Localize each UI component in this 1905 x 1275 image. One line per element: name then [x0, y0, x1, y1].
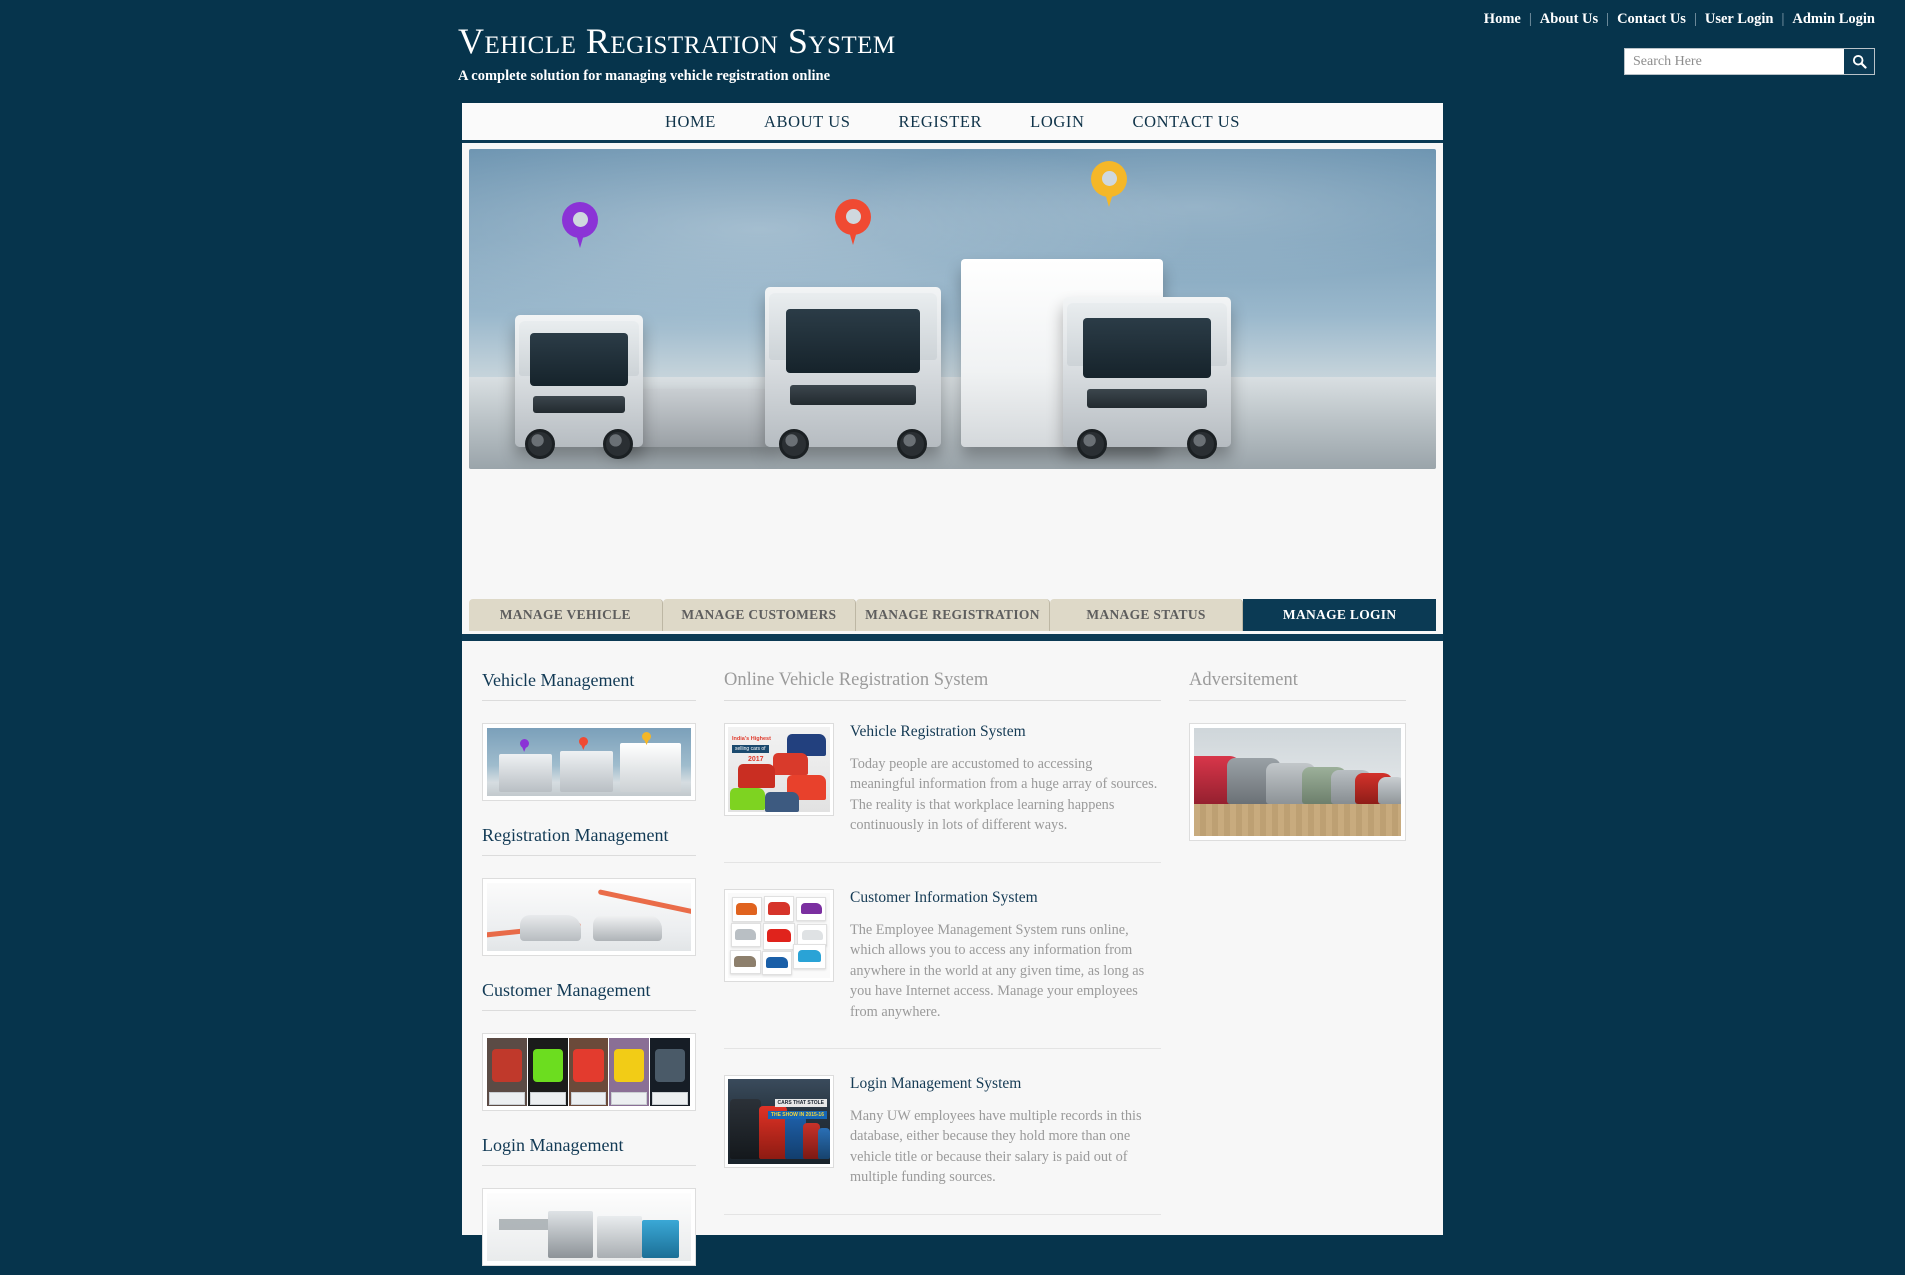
nav-item-login[interactable]: LOGIN — [1006, 112, 1108, 132]
truck-windshield — [530, 333, 628, 387]
poster-year: 2017 — [748, 756, 764, 763]
article-text: The Employee Management System runs onli… — [850, 921, 1145, 1020]
accent-divider — [462, 634, 1443, 641]
banner-line-2: THE SHOW IN 2015-16 — [767, 1111, 827, 1120]
articles-column: Online Vehicle Registration System India… — [696, 648, 1161, 1235]
truck-wheel — [897, 429, 927, 459]
sidebar-heading-registration-management: Registration Management — [482, 825, 696, 856]
top-nav: Home | About Us | Contact Us | User Logi… — [1484, 11, 1875, 28]
hero-pin-purple — [562, 202, 598, 250]
sidebar-thumb-vehicle-management[interactable] — [482, 723, 696, 801]
site-tagline: A complete solution for managing vehicle… — [458, 68, 831, 84]
article-title[interactable]: Vehicle Registration System — [850, 723, 1161, 741]
truck-wheel — [603, 429, 633, 459]
content-shell: HOME ABOUT US REGISTER LOGIN CONTACT US — [462, 103, 1443, 1266]
top-nav-separator: | — [1606, 11, 1610, 27]
top-link-admin-login[interactable]: Admin Login — [1792, 11, 1875, 28]
top-bar: Vehicle Registration System A complete s… — [0, 0, 1905, 100]
tab-manage-customers[interactable]: MANAGE CUSTOMERS — [662, 599, 857, 631]
india-highest-selling-cars-image: India's Highest selling cars of 2017 — [728, 727, 830, 812]
article-thumbnail[interactable]: CARS THAT STOLE THE SHOW IN 2015-16 — [724, 1074, 834, 1168]
top-link-contact-us[interactable]: Contact Us — [1617, 11, 1686, 28]
banner-line-1: CARS THAT STOLE — [774, 1099, 827, 1108]
nav-item-contact-us[interactable]: CONTACT US — [1109, 112, 1265, 132]
nav-item-about-us[interactable]: ABOUT US — [740, 112, 875, 132]
article-thumbnail[interactable]: India's Highest selling cars of 2017 — [724, 723, 834, 816]
tab-manage-vehicle[interactable]: MANAGE VEHICLE — [469, 599, 663, 631]
main-nav: HOME ABOUT US REGISTER LOGIN CONTACT US — [462, 103, 1443, 143]
nav-item-home[interactable]: HOME — [641, 112, 740, 132]
top-nav-separator: | — [1693, 11, 1697, 27]
article-thumbnail[interactable] — [724, 888, 834, 982]
site-title: Vehicle Registration System — [458, 21, 896, 61]
cars-that-stole-the-show-image: CARS THAT STOLE THE SHOW IN 2015-16 — [728, 1078, 830, 1164]
article-body: Vehicle Registration System Today people… — [834, 723, 1161, 836]
suv-lineup-image — [487, 1038, 691, 1106]
article-body: Customer Information System The Employee… — [834, 889, 1161, 1022]
top-nav-separator: | — [1528, 11, 1532, 27]
poster-line-2: selling cars of — [732, 745, 769, 753]
poster-line-1: India's Highest — [732, 736, 771, 742]
top-link-home[interactable]: Home — [1484, 11, 1521, 28]
truck-wheel — [525, 429, 555, 459]
sidebar-thumb-customer-management[interactable] — [482, 1033, 696, 1111]
brand: Vehicle Registration System A complete s… — [458, 20, 896, 85]
tab-manage-registration[interactable]: MANAGE REGISTRATION — [856, 599, 1050, 631]
sidebar-thumb-login-management[interactable] — [482, 1188, 696, 1266]
article-item: CARS THAT STOLE THE SHOW IN 2015-16 Logi… — [724, 1074, 1161, 1215]
search-bar — [1624, 48, 1875, 75]
truck-grille — [789, 384, 917, 406]
search-icon — [1852, 54, 1867, 69]
search-input[interactable] — [1625, 49, 1844, 74]
hero-banner — [469, 149, 1436, 469]
article-text: Today people are accustomed to accessing… — [850, 756, 1158, 834]
car-grid-collage-image — [728, 892, 830, 978]
main-content: Vehicle Management Registration Manageme… — [462, 648, 1443, 1266]
article-title[interactable]: Login Management System — [850, 1075, 1161, 1093]
hero-truck-left — [515, 315, 643, 459]
trucks-with-pins-image — [487, 728, 691, 796]
tab-manage-login[interactable]: MANAGE LOGIN — [1243, 599, 1436, 631]
hero-pin-red — [835, 199, 871, 247]
logistics-trucks-image — [487, 1193, 691, 1261]
advertisement-column: Adversitement — [1161, 648, 1406, 1235]
sidebar-heading-customer-management: Customer Management — [482, 980, 696, 1011]
article-text: Many UW employees have multiple records … — [850, 1107, 1142, 1186]
truck-grille — [1086, 388, 1208, 408]
truck-windshield — [786, 309, 920, 374]
search-button[interactable] — [1844, 49, 1874, 74]
truck-wheel — [1077, 429, 1107, 459]
hero-truck-center — [765, 287, 941, 459]
sidebar: Vehicle Management Registration Manageme… — [482, 648, 696, 1266]
sidebar-heading-login-management: Login Management — [482, 1135, 696, 1166]
main-heading: Online Vehicle Registration System — [724, 670, 1161, 701]
truck-wheel — [1187, 429, 1217, 459]
truck-grille — [532, 395, 626, 413]
article-body: Login Management System Many UW employee… — [834, 1075, 1161, 1188]
top-link-user-login[interactable]: User Login — [1705, 11, 1774, 28]
advertisement-heading: Adversitement — [1189, 670, 1406, 701]
article-title[interactable]: Customer Information System — [850, 889, 1161, 907]
nav-item-register[interactable]: REGISTER — [875, 112, 1007, 132]
article-item: India's Highest selling cars of 2017 Veh… — [724, 723, 1161, 863]
truck-windshield — [1083, 318, 1211, 378]
parked-cars-image — [1194, 728, 1401, 836]
manage-tabs: MANAGE VEHICLE MANAGE CUSTOMERS MANAGE R… — [469, 599, 1436, 631]
hero-pin-yellow — [1091, 161, 1127, 209]
truck-wheel — [779, 429, 809, 459]
audi-cars-image — [487, 883, 691, 951]
hero-truck-right — [1063, 297, 1231, 459]
article-item: Customer Information System The Employee… — [724, 888, 1161, 1049]
page-root: Vehicle Registration System A complete s… — [0, 0, 1905, 1275]
sidebar-thumb-registration-management[interactable] — [482, 878, 696, 956]
top-link-about-us[interactable]: About Us — [1540, 11, 1598, 28]
sidebar-heading-vehicle-management: Vehicle Management — [482, 670, 696, 701]
tab-manage-status[interactable]: MANAGE STATUS — [1049, 599, 1244, 631]
top-nav-separator: | — [1781, 11, 1785, 27]
advertisement-banner[interactable] — [1189, 723, 1406, 841]
